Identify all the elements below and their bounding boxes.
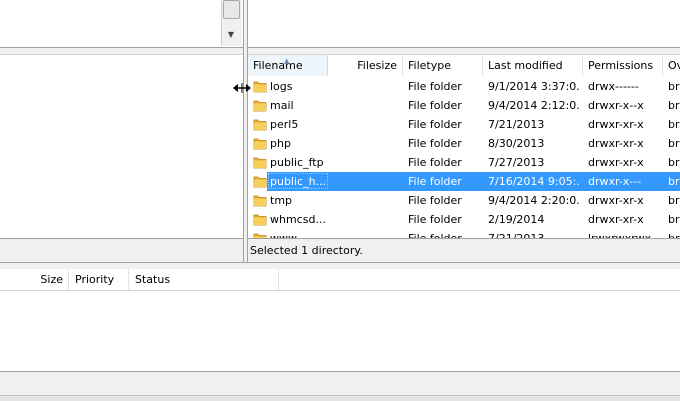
file-owner: br <box>668 80 680 93</box>
horizontal-splitter[interactable] <box>0 262 680 269</box>
file-name: php <box>270 137 291 150</box>
folder-icon <box>253 137 267 150</box>
folder-icon <box>253 175 267 188</box>
file-modified: 9/1/2014 3:37:0... <box>488 80 580 93</box>
column-label: Size <box>40 273 63 286</box>
scrollbar-thumb[interactable] <box>223 0 240 19</box>
folder-icon <box>253 99 267 112</box>
column-label: Filename <box>253 59 303 72</box>
file-modified: 2/19/2014 <box>488 213 545 226</box>
local-list-header <box>0 54 243 77</box>
column-header-filesize[interactable]: Filesize <box>328 55 403 76</box>
remote-tree-pane <box>248 0 680 48</box>
file-type: File folder <box>408 137 462 150</box>
column-label: Ov <box>668 59 680 72</box>
file-name: whmcsd... <box>270 213 326 226</box>
file-name: mail <box>270 99 294 112</box>
queue-column-priority[interactable]: Priority <box>69 269 129 290</box>
local-status-bar <box>0 238 243 263</box>
column-header-permissions[interactable]: Permissions <box>583 55 663 76</box>
file-type: File folder <box>408 118 462 131</box>
file-permissions: drwxr-xr-x <box>588 137 644 150</box>
sort-ascending-icon: ▲ <box>284 57 290 65</box>
file-row[interactable]: tmp File folder 9/4/2014 2:20:0... drwxr-xr… <box>248 191 680 210</box>
folder-icon <box>253 118 267 131</box>
file-permissions: drwxr-xr-x <box>588 194 644 207</box>
file-type: File folder <box>408 99 462 112</box>
file-type: File folder <box>408 213 462 226</box>
file-type: File folder <box>408 80 462 93</box>
file-type: File folder <box>408 156 462 169</box>
file-modified: 8/30/2013 <box>488 137 545 150</box>
remote-status-bar: Selected 1 directory. <box>248 238 680 262</box>
file-permissions: drwx------ <box>588 80 639 93</box>
file-row[interactable]: logs File folder 9/1/2014 3:37:0... drwx---… <box>248 77 680 96</box>
column-label: Filetype <box>408 59 451 72</box>
local-file-list[interactable] <box>0 76 243 238</box>
file-owner: br <box>668 156 680 169</box>
folder-icon <box>253 213 267 226</box>
file-owner: br <box>668 137 680 150</box>
file-modified: 7/21/2013 <box>488 118 545 131</box>
file-name: perl5 <box>270 118 299 131</box>
file-modified: 9/4/2014 2:12:0... <box>488 99 580 112</box>
queue-header: Size Priority Status <box>0 269 680 291</box>
file-type: File folder <box>408 194 462 207</box>
file-permissions: drwxr-xr-x <box>588 118 644 131</box>
file-row[interactable]: perl5 File folder 7/21/2013 drwxr-xr-x br <box>248 115 680 134</box>
file-type: File folder <box>408 175 462 188</box>
transfer-queue-list[interactable] <box>0 291 680 371</box>
file-row[interactable]: whmcsd... File folder 2/19/2014 drwxr-xr-x b… <box>248 210 680 229</box>
remote-file-list[interactable]: ▲ Filename Filesize Filetype Last modifi… <box>248 54 680 239</box>
column-header-owner[interactable]: Ov <box>663 55 680 76</box>
file-row[interactable]: php File folder 8/30/2013 drwxr-xr-x br <box>248 134 680 153</box>
file-permissions: drwxr-xr-x <box>588 213 644 226</box>
file-row[interactable]: public_ftp File folder 7/27/2013 drwxr-xr-x… <box>248 153 680 172</box>
column-label: Filesize <box>357 59 397 72</box>
file-row[interactable]: mail File folder 9/4/2014 2:12:0... drwxr-x… <box>248 96 680 115</box>
folder-icon <box>253 80 267 93</box>
queue-column-size[interactable]: Size <box>0 269 69 290</box>
resize-horizontal-icon <box>233 83 251 93</box>
file-owner: br <box>668 118 680 131</box>
folder-icon <box>253 194 267 207</box>
file-permissions: drwxr-xr-x <box>588 156 644 169</box>
file-permissions: drwxr-x--x <box>588 99 644 112</box>
column-label: Permissions <box>588 59 654 72</box>
column-label: Priority <box>75 273 115 286</box>
file-owner: br <box>668 175 680 188</box>
file-name: public_h... <box>270 175 327 188</box>
file-name: tmp <box>270 194 293 207</box>
column-header-last-modified[interactable]: Last modified <box>483 55 583 76</box>
queue-column-status[interactable]: Status <box>129 269 279 290</box>
folder-icon <box>253 156 267 169</box>
column-label: Last modified <box>488 59 563 72</box>
scroll-down-arrow-icon[interactable]: ▼ <box>224 28 238 42</box>
bottom-status-strip <box>0 395 680 401</box>
column-label: Status <box>135 273 171 286</box>
file-row[interactable]: public_h... File folder 7/16/2014 9:05:...… <box>248 172 680 191</box>
file-modified: 9/4/2014 2:20:0... <box>488 194 580 207</box>
local-tree-pane <box>0 0 243 48</box>
file-owner: br <box>668 194 680 207</box>
file-owner: br <box>668 213 680 226</box>
file-permissions: drwxr-x--- <box>588 175 642 188</box>
file-owner: br <box>668 99 680 112</box>
column-header-filename[interactable]: ▲ Filename <box>248 55 328 76</box>
status-text: Selected 1 directory. <box>250 244 363 257</box>
file-modified: 7/27/2013 <box>488 156 545 169</box>
file-name: public_ftp <box>270 156 324 169</box>
file-modified: 7/16/2014 9:05:... <box>488 175 580 188</box>
file-name: logs <box>270 80 293 93</box>
column-header-filetype[interactable]: Filetype <box>403 55 483 76</box>
